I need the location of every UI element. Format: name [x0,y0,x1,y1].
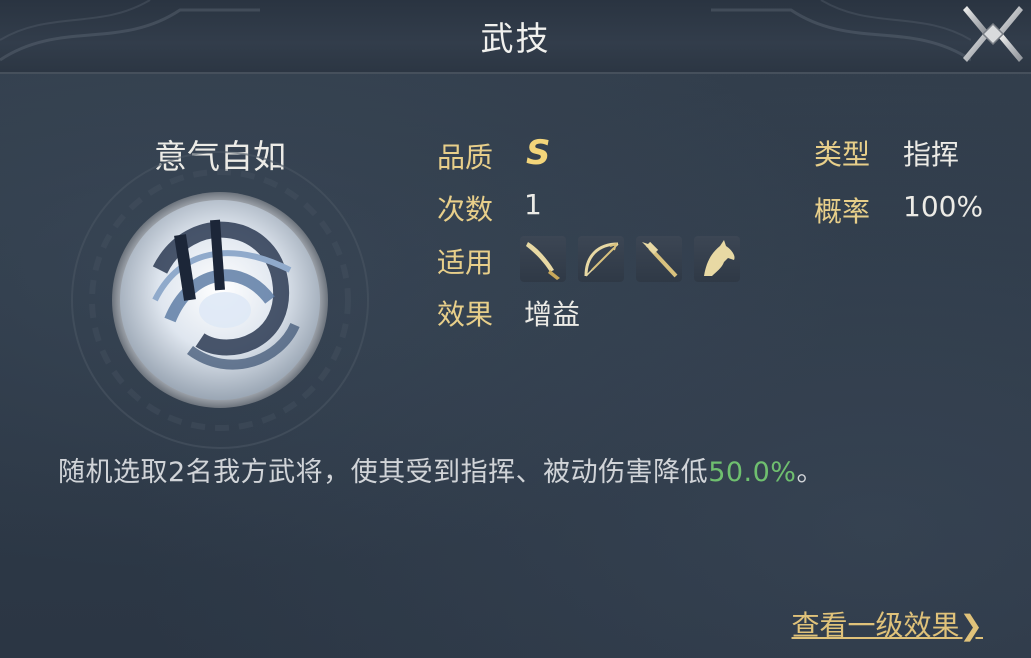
count-label: 次数 [437,193,494,226]
page-title: 武技 [480,19,551,58]
quality-value: S [526,133,551,173]
more-link-label: 查看一级效果 [791,609,960,642]
view-level-one-effect-link[interactable]: 查看一级效果❯ [792,604,983,644]
type-label: 类型 [814,138,871,171]
panel-header: 武技 [0,0,1031,74]
skill-emblem [71,151,369,449]
skill-description: 随机选取2名我方武将，使其受到指挥、被动伤害降低50.0%。 [58,450,824,489]
type-value: 指挥 [903,138,960,171]
skill-detail-panel: 武技 意气自如 品质 S 次数 1 适用 效果 增益 类型 指挥 概率 100%… [0,0,1031,658]
saber-icon [520,236,566,282]
description-highlight-value: 50.0% [708,457,797,488]
close-icon [963,6,1023,62]
rate-label: 概率 [814,195,871,228]
effect-label: 效果 [437,298,494,331]
horse-icon [694,236,740,282]
description-text: 随机选取2名我方武将，使其受到指挥、被动伤害降低 [58,457,709,488]
applicable-troop-icons [520,236,740,282]
quality-label: 品质 [437,141,494,174]
spear-icon [636,236,682,282]
rate-value: 100% [903,190,984,223]
count-value: 1 [524,188,542,221]
description-end: 。 [796,457,824,488]
close-button[interactable] [957,0,1029,68]
applicable-label: 适用 [437,246,494,279]
bow-icon [578,236,624,282]
chevron-right-icon: ❯ [959,609,983,642]
effect-value: 增益 [524,298,581,331]
